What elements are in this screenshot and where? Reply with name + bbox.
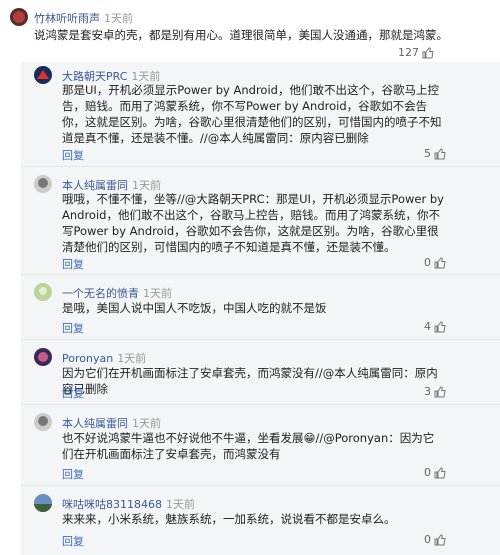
- reply-username[interactable]: Poronyan 1天前: [62, 350, 146, 366]
- thumbs-up-icon: [434, 466, 446, 478]
- reply-text: 也不好说鸿蒙牛逼也不好说他不牛逼，坐看发展😁//@Poronyan：因为它们在开…: [62, 431, 435, 461]
- like-button[interactable]: 4: [424, 320, 446, 333]
- like-count: 0: [424, 466, 431, 479]
- main-comment-username[interactable]: 竹林听听雨声 1天前: [34, 10, 133, 26]
- like-count: 127: [398, 46, 419, 59]
- avatar[interactable]: [10, 8, 28, 26]
- thumbs-up-icon: [434, 385, 446, 397]
- reply-username[interactable]: 咪咕咪咕83118468 1天前: [62, 496, 195, 512]
- username[interactable]: 一个无名的愤青: [62, 287, 139, 300]
- avatar[interactable]: [34, 175, 52, 193]
- reply-text: 那是UI，开机必须显示Power by Android，他们敢不出这个，谷歌马上…: [62, 83, 442, 145]
- timestamp: 1天前: [117, 352, 147, 365]
- avatar[interactable]: [34, 283, 52, 301]
- divider: [21, 274, 500, 275]
- like-button[interactable]: 0: [424, 466, 446, 479]
- reply-text: 哦哦，不懂不懂，坐等//@大路朝天PRC：那是UI，开机必须显示Power by…: [62, 192, 444, 254]
- reply-username[interactable]: 一个无名的愤青 1天前: [62, 285, 172, 301]
- divider: [21, 404, 500, 405]
- username[interactable]: 本人纯属雷同: [62, 417, 128, 430]
- username[interactable]: Poronyan: [62, 352, 113, 365]
- reply-button[interactable]: 回复: [62, 256, 84, 272]
- like-button[interactable]: 0: [424, 256, 446, 269]
- divider: [21, 485, 500, 486]
- thumbs-up-icon: [434, 256, 446, 268]
- reply-button[interactable]: 回复: [62, 385, 84, 401]
- timestamp: 1天前: [132, 417, 161, 430]
- reply-button[interactable]: 回复: [62, 466, 84, 482]
- reply-username[interactable]: 本人纯属雷同 1天前: [62, 415, 161, 431]
- avatar[interactable]: [34, 494, 52, 512]
- thumbs-up-icon: [434, 533, 446, 545]
- main-comment-text: 说鸿蒙是套安卓的壳，都是别有用心。道理很简单，美国人没通通，那就是鸿蒙。: [34, 28, 448, 42]
- username[interactable]: 竹林听听雨声: [34, 12, 100, 25]
- like-button[interactable]: 0: [424, 533, 446, 546]
- like-button[interactable]: 127: [398, 46, 434, 59]
- like-count: 5: [424, 147, 431, 160]
- timestamp: 1天前: [104, 12, 133, 25]
- avatar[interactable]: [34, 413, 52, 431]
- username[interactable]: 咪咕咪咕83118468: [62, 498, 162, 511]
- avatar[interactable]: [34, 66, 52, 84]
- reply-text: 因为它们在开机画面标注了安卓套壳，而鸿蒙没有//@本人纯属雷同：原内容已删除: [62, 366, 438, 396]
- timestamp: 1天前: [143, 287, 172, 300]
- divider: [21, 166, 500, 167]
- like-button[interactable]: 3: [424, 385, 446, 398]
- like-count: 0: [424, 256, 431, 269]
- avatar[interactable]: [34, 348, 52, 366]
- divider: [21, 339, 500, 340]
- reply-button[interactable]: 回复: [62, 533, 84, 549]
- thumbs-up-icon: [422, 46, 434, 58]
- timestamp: 1天前: [166, 498, 195, 511]
- thumbs-up-icon: [434, 147, 446, 159]
- like-count: 3: [424, 385, 431, 398]
- like-count: 4: [424, 320, 431, 333]
- reply-button[interactable]: 回复: [62, 320, 84, 336]
- like-count: 0: [424, 533, 431, 546]
- like-button[interactable]: 5: [424, 147, 446, 160]
- reply-button[interactable]: 回复: [62, 147, 84, 163]
- reply-text: 是哦，美国人说中国人不吃饭，中国人吃的就不是饭: [62, 301, 327, 315]
- thumbs-up-icon: [434, 320, 446, 332]
- reply-text: 来来来，小米系统，魅族系统，一加系统，说说看不都是安卓么。: [62, 512, 396, 526]
